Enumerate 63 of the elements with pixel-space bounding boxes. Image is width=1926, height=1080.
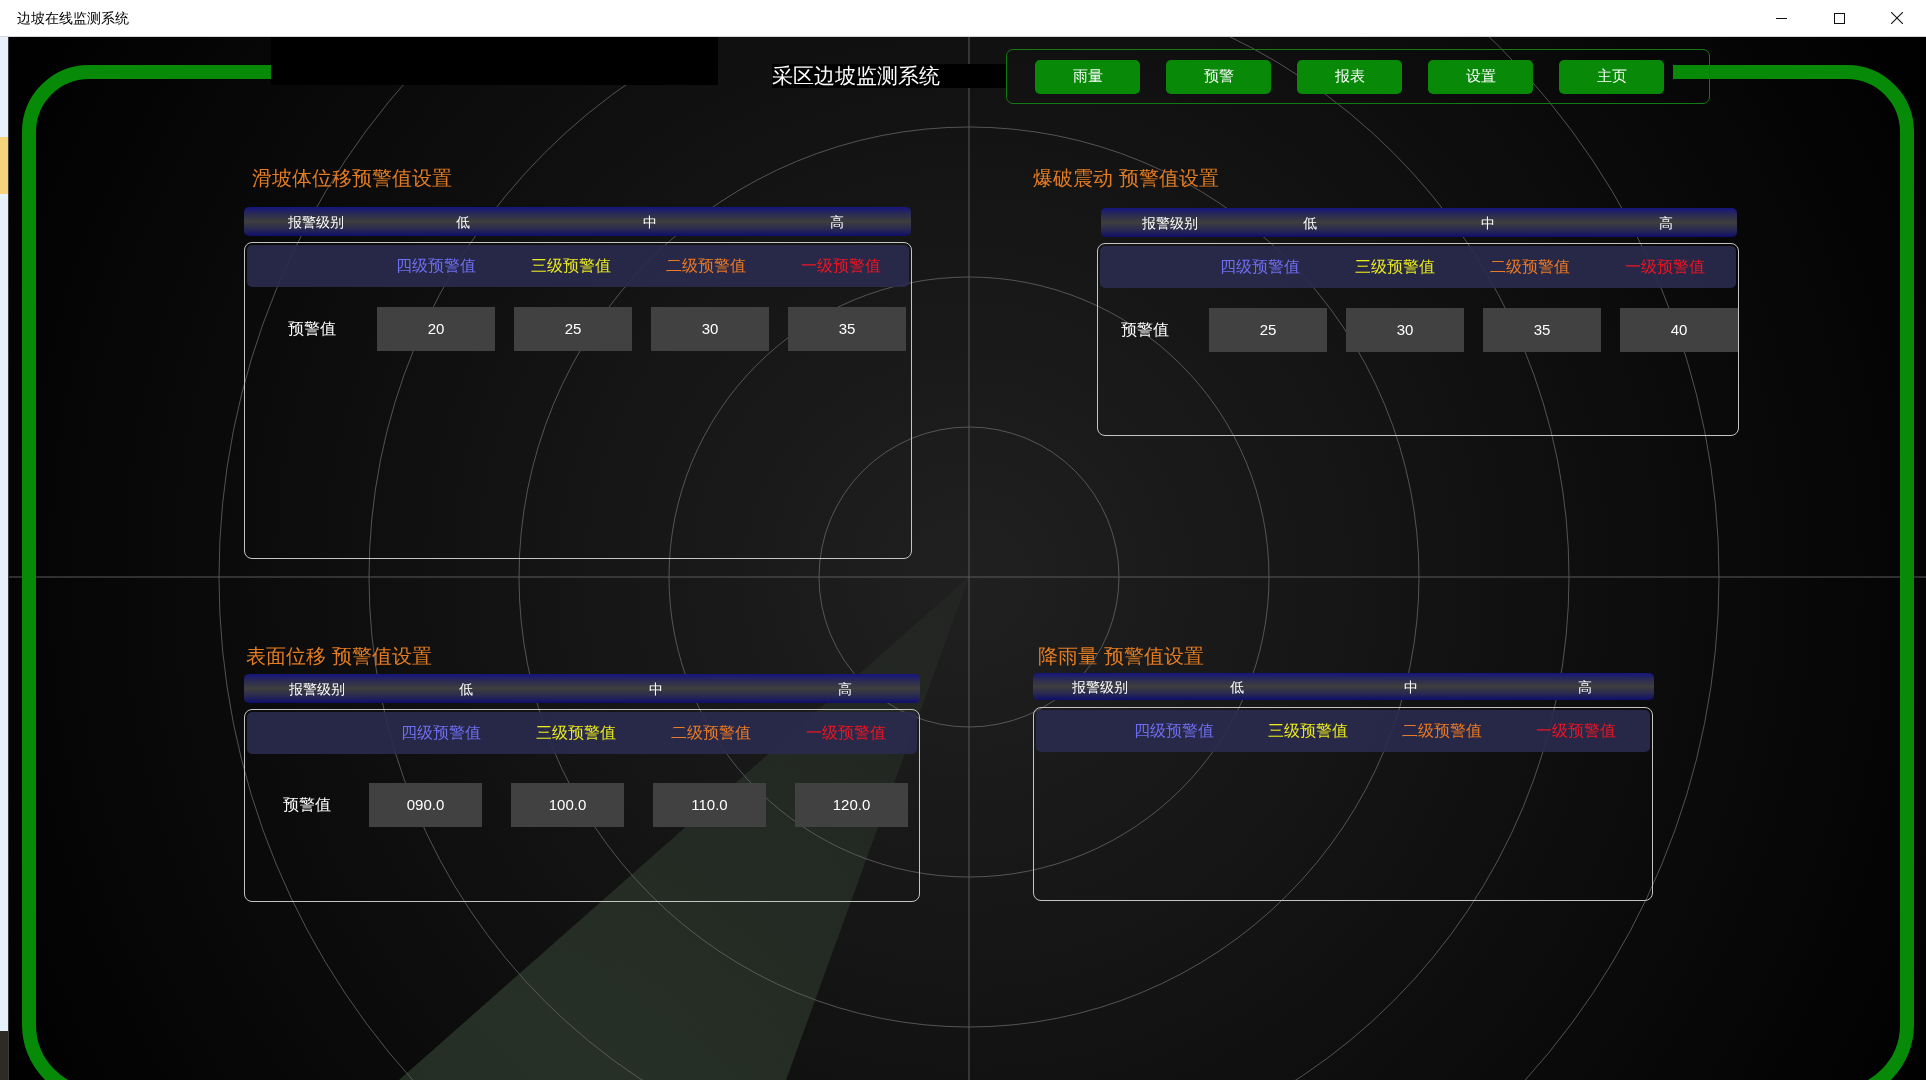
value-field[interactable]: 30 [651,307,769,351]
level-label: 二级预警值 [670,723,751,743]
value-field[interactable]: 120.0 [795,783,908,827]
column-header: 中 [1481,213,1496,232]
minimize-icon [1775,17,1787,19]
nav-button[interactable]: 报表 [1297,59,1402,94]
column-header: 报警级别 [1141,213,1198,232]
column-header: 高 [829,212,844,231]
row-label: 预警值 [1121,321,1169,338]
column-header: 报警级别 [1072,677,1129,696]
nav-button[interactable]: 预警 [1166,59,1271,94]
column-header: 高 [1577,677,1592,696]
row-label: 预警值 [283,796,331,813]
value-field[interactable]: 35 [1483,308,1601,352]
column-header: 报警级别 [288,212,345,231]
level-label: 四级预警值 [400,723,481,743]
column-header: 低 [459,679,474,698]
close-icon [1891,12,1903,24]
column-header: 报警级别 [289,679,345,698]
value-field[interactable]: 110.0 [653,783,766,827]
value-field[interactable]: 35 [788,307,906,351]
column-header: 中 [1404,677,1419,696]
level-label: 一级预警值 [1536,721,1616,741]
level-label: 三级预警值 [1268,721,1348,741]
value-field[interactable]: 25 [514,307,632,351]
nav-button[interactable]: 设置 [1428,59,1533,94]
panel-title: 爆破震动 预警值设置 [1033,166,1219,190]
panel-title: 滑坡体位移预警值设置 [252,166,452,190]
highlight-block [0,137,8,194]
level-label: 四级预警值 [1134,721,1214,741]
row-label: 预警值 [288,320,336,337]
window-title: 边坡在线监测系统 [17,8,129,28]
nav-button[interactable]: 雨量 [1035,59,1140,94]
level-label: 三级预警值 [530,256,611,276]
level-label: 二级预警值 [665,256,746,276]
panel-title: 降雨量 预警值设置 [1038,644,1204,668]
level-label: 二级预警值 [1402,721,1482,741]
nav-button[interactable]: 主页 [1559,59,1664,94]
value-field[interactable]: 090.0 [369,783,482,827]
panel-title: 表面位移 预警值设置 [246,644,432,668]
column-header: 低 [1230,677,1244,696]
value-field[interactable]: 40 [1620,308,1738,352]
column-header: 高 [1659,213,1674,232]
value-field[interactable]: 25 [1209,308,1327,352]
level-label: 四级预警值 [395,256,476,276]
column-header: 低 [1302,213,1317,232]
value-field[interactable]: 100.0 [511,783,624,827]
dark-block [0,1031,8,1080]
column-header: 高 [837,679,852,698]
level-label: 四级预警值 [1219,257,1300,277]
level-label: 三级预警值 [535,723,616,743]
level-label: 三级预警值 [1354,257,1435,277]
value-field[interactable]: 20 [377,307,495,351]
column-header: 中 [648,679,663,698]
maximize-icon [1833,12,1845,24]
app-title: 采区边坡监测系统 [772,64,1006,88]
level-label: 一级预警值 [805,723,886,743]
level-label: 一级预警值 [800,256,881,276]
column-header: 中 [643,212,658,231]
level-label: 一级预警值 [1624,257,1705,277]
value-field[interactable]: 30 [1346,308,1464,352]
level-label: 二级预警值 [1489,257,1570,277]
column-header: 低 [456,212,471,231]
